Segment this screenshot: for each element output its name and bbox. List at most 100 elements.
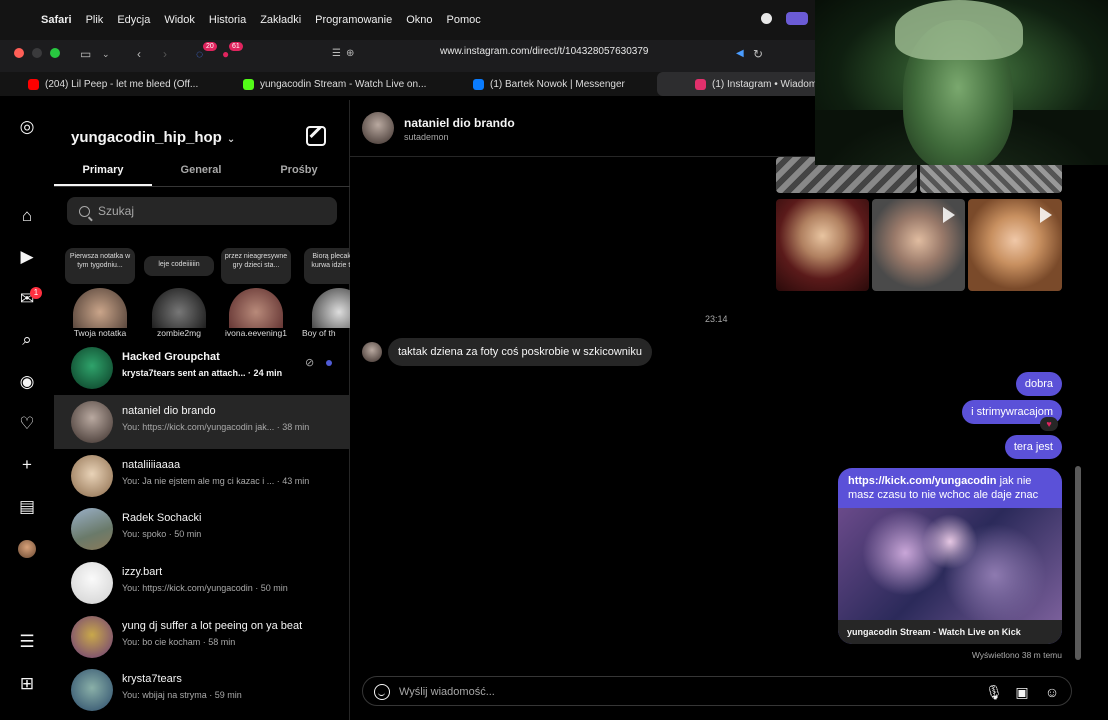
back-icon[interactable]: ‹: [137, 46, 141, 62]
incoming-message[interactable]: taktak dziena za foty coś poskrobie w sz…: [388, 338, 652, 366]
extension-icon[interactable]: ◌: [196, 46, 203, 62]
conversation-item[interactable]: krysta7tears You: wbijaj na stryma · 59 …: [54, 663, 350, 717]
message-input[interactable]: [399, 684, 959, 700]
tab-instagram[interactable]: (1) Instagram • Wiadom: [657, 72, 827, 96]
address-bar[interactable]: www.instagram.com/direct/t/1043280576303…: [440, 46, 648, 57]
conversation-name: Hacked Groupchat: [122, 351, 220, 363]
conversation-item[interactable]: nataniel dio brando You: https://kick.co…: [54, 395, 350, 449]
home-icon[interactable]: ⌂: [17, 206, 37, 226]
sidebar-toggle-icon[interactable]: ▭: [80, 46, 91, 62]
dashboard-icon[interactable]: ▤: [17, 497, 37, 517]
link-preview-title[interactable]: yungacodin Stream - Watch Live on Kick: [838, 620, 1062, 644]
status-circle-icon[interactable]: [761, 13, 772, 24]
note-name: ivona.eevening1: [225, 328, 287, 338]
conversation-item[interactable]: Hacked Groupchat krysta7tears sent an at…: [54, 341, 350, 395]
tab-messenger[interactable]: (1) Bartek Nowok | Messenger: [457, 72, 657, 96]
menu-widok[interactable]: Widok: [164, 14, 195, 26]
profile-avatar[interactable]: [18, 540, 36, 558]
menu-icon[interactable]: ☰: [17, 632, 37, 652]
sender-avatar[interactable]: [362, 342, 382, 362]
conversation-item[interactable]: izzy.bart You: https://kick.com/yungacod…: [54, 556, 350, 610]
heart-reaction-icon[interactable]: ♥: [1040, 417, 1058, 431]
add-page-icon[interactable]: ⊕: [346, 46, 354, 62]
screen-record-icon[interactable]: [786, 12, 808, 25]
outgoing-message[interactable]: tera jest: [1004, 435, 1062, 459]
menu-plik[interactable]: Plik: [86, 14, 104, 26]
shared-video[interactable]: [872, 199, 965, 291]
kick-icon: [243, 78, 254, 90]
tab-primary[interactable]: Primary: [54, 160, 152, 186]
reels-icon[interactable]: ▶: [17, 247, 37, 267]
zoom-window-button[interactable]: [50, 48, 60, 58]
chat-scrollbar[interactable]: [1075, 466, 1081, 660]
instagram-nav-rail: ◎ ⌂ ▶ ✉ 1 ⌕ ◉ ♡ + ▤ ☰ ⊞: [0, 100, 54, 720]
folder-tabs: Primary General Prośby: [54, 160, 350, 187]
outgoing-message[interactable]: dobra: [1015, 372, 1062, 396]
account-name: yungacodin_hip_hop: [71, 129, 222, 146]
play-icon: [1040, 207, 1052, 223]
menu-pomoc[interactable]: Pomoc: [447, 14, 481, 26]
shared-image[interactable]: [776, 199, 869, 291]
explore-icon[interactable]: ◉: [17, 372, 37, 392]
tab-label: (1) Instagram • Wiadom: [712, 78, 818, 90]
emoji-icon[interactable]: [374, 684, 390, 700]
tab-label: yungacodin Stream - Watch Live on...: [260, 78, 427, 90]
note-bubble: Biorą plecak idą i kurwa idzie to w...: [304, 248, 350, 284]
unread-dot: [326, 360, 332, 366]
window-controls: [14, 48, 60, 58]
conversation-item[interactable]: yung dj suffer a lot peeing on ya beat Y…: [54, 610, 350, 664]
close-window-button[interactable]: [14, 48, 24, 58]
minimize-window-button[interactable]: [32, 48, 42, 58]
heart-icon[interactable]: ♡: [17, 414, 37, 434]
menu-safari[interactable]: Safari: [41, 14, 72, 26]
muted-bell-icon: ⊘: [305, 357, 315, 369]
shared-video[interactable]: [968, 199, 1062, 291]
menu-zakladki[interactable]: Zakładki: [260, 14, 301, 26]
link-message[interactable]: https://kick.com/yungacodin jak nie masz…: [838, 468, 1062, 644]
avatar: [73, 288, 127, 328]
instagram-logo-icon[interactable]: ◎: [17, 117, 37, 137]
conversation-preview: You: https://kick.com/yungacodin jak... …: [122, 422, 310, 432]
apple-icon[interactable]: [14, 13, 27, 27]
create-icon[interactable]: +: [17, 455, 37, 475]
conversation-name: Radek Sochacki: [122, 512, 202, 524]
conversation-item[interactable]: nataliiiiaaaa You: Ja nie ejstem ale mg …: [54, 449, 350, 503]
messenger-icon: [473, 78, 484, 90]
tab-kick[interactable]: yungacodin Stream - Watch Live on...: [225, 72, 457, 96]
reload-icon[interactable]: ↻: [753, 46, 763, 62]
menu-programowanie[interactable]: Programowanie: [315, 14, 392, 26]
conversation-preview: You: wbijaj na stryma · 59 min: [122, 690, 242, 700]
conversation-item[interactable]: Radek Sochacki You: spoko · 50 min: [54, 502, 350, 556]
tab-label: (204) Lil Peep - let me bleed (Off...: [45, 78, 199, 90]
chat-name[interactable]: nataniel dio brando: [404, 116, 515, 130]
notification-badge: 1: [30, 287, 42, 299]
search-input[interactable]: [98, 204, 318, 218]
chevron-down-icon[interactable]: ⌄: [102, 46, 110, 62]
reader-icon[interactable]: ☰: [332, 46, 341, 62]
conversation-preview: You: https://kick.com/yungacodin · 50 mi…: [122, 583, 288, 593]
menu-historia[interactable]: Historia: [209, 14, 246, 26]
chat-avatar[interactable]: [362, 112, 394, 144]
search-icon[interactable]: ⌕: [17, 330, 37, 350]
tab-requests[interactable]: Prośby: [250, 160, 348, 186]
link-url[interactable]: https://kick.com/yungacodin: [848, 475, 997, 487]
forward-icon[interactable]: ›: [163, 46, 167, 62]
youtube-icon: [28, 78, 39, 90]
message-timestamp: 23:14: [705, 314, 728, 324]
image-icon[interactable]: ▣: [1013, 683, 1031, 701]
tab-youtube[interactable]: (204) Lil Peep - let me bleed (Off...: [0, 72, 225, 96]
blocker-icon[interactable]: ●: [222, 46, 229, 62]
play-icon: [943, 207, 955, 223]
menu-edycja[interactable]: Edycja: [117, 14, 150, 26]
account-switcher[interactable]: yungacodin_hip_hop ⌄: [71, 129, 235, 146]
tab-general[interactable]: General: [152, 160, 250, 186]
new-message-icon[interactable]: [306, 126, 326, 146]
avatar: [71, 455, 113, 497]
threads-icon[interactable]: ⊞: [17, 674, 37, 694]
sticker-icon[interactable]: ☺: [1043, 683, 1061, 701]
microphone-icon[interactable]: 🎙: [985, 683, 1003, 701]
menu-okno[interactable]: Okno: [406, 14, 432, 26]
link-preview-image[interactable]: [838, 508, 1062, 620]
conversation-name: izzy.bart: [122, 566, 163, 578]
audio-icon[interactable]: ◀: [736, 46, 744, 62]
